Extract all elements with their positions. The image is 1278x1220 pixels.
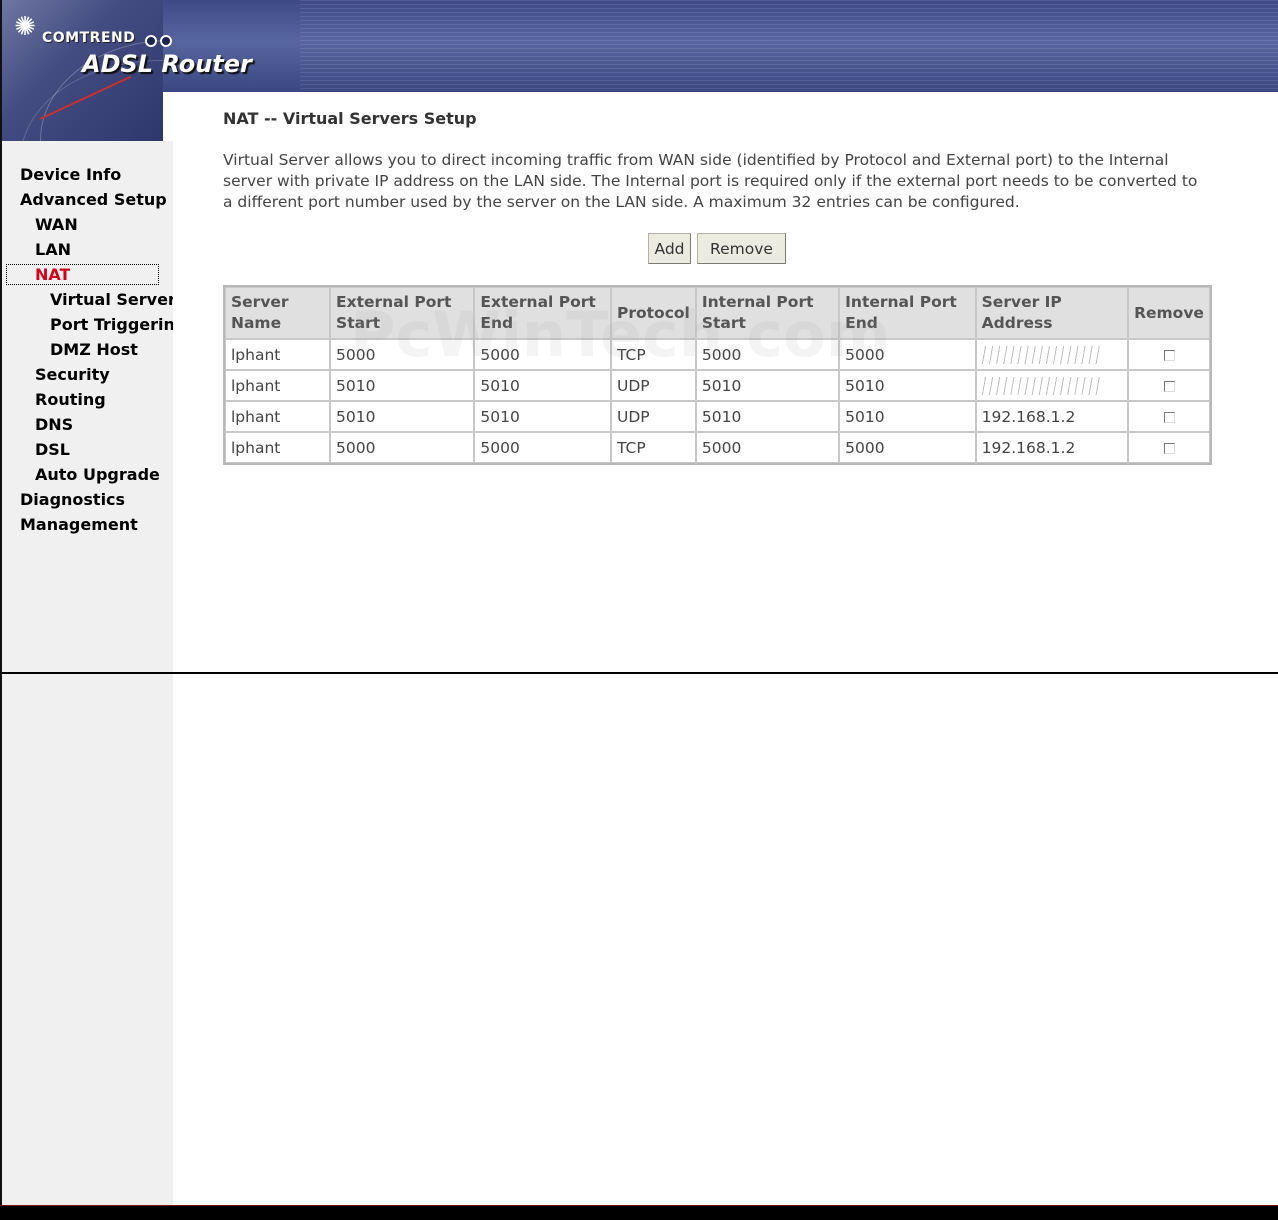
cell-int-start: 5010 [695, 401, 840, 432]
cell-remove [1128, 432, 1210, 463]
frame-divider [0, 672, 1278, 674]
sidebar-item-virtual-servers[interactable]: Virtual Servers [50, 290, 173, 309]
cell-remove [1128, 370, 1210, 401]
remove-checkbox[interactable] [1163, 411, 1175, 423]
cell-protocol: UDP [610, 401, 696, 432]
remove-checkbox[interactable] [1163, 349, 1175, 361]
cell-ip: 192.168.1.2 [975, 432, 1129, 463]
sidebar-item-device-info[interactable]: Device Info [20, 165, 121, 184]
cell-int-end: 5010 [839, 401, 976, 432]
cell-name: lphant [225, 432, 331, 463]
cell-protocol: TCP [610, 432, 696, 463]
sidebar-item-dsl[interactable]: DSL [35, 440, 70, 459]
table-row: lphant 5000 5000 TCP 5000 5000 [225, 339, 1210, 370]
column-header-label: End [845, 314, 878, 332]
cell-ext-end: 5000 [474, 339, 611, 370]
bottom-bar [0, 1205, 1278, 1220]
column-header: Internal Port Start [695, 287, 840, 339]
cell-protocol: UDP [610, 370, 696, 401]
remove-checkbox[interactable] [1163, 380, 1175, 392]
column-header-label: End [480, 314, 514, 332]
column-header-label: Address [981, 314, 1053, 332]
column-header-label: Protocol [616, 303, 690, 322]
column-header: Remove [1128, 287, 1210, 339]
cell-ext-start: 5000 [330, 432, 475, 463]
cell-name: lphant [225, 401, 331, 432]
sidebar-item-port-triggering[interactable]: Port Triggering [50, 315, 173, 334]
cell-ip: 192.168.1.2 [975, 401, 1129, 432]
cell-int-start: 5010 [695, 370, 840, 401]
sidebar-item-auto-upgrade[interactable]: Auto Upgrade [35, 465, 160, 484]
cell-int-start: 5000 [695, 339, 840, 370]
cell-remove [1128, 401, 1210, 432]
sun-logo-icon: ✺ [14, 12, 36, 42]
cell-name: lphant [225, 339, 331, 370]
cell-protocol: TCP [610, 339, 696, 370]
sidebar-item-wan[interactable]: WAN [35, 215, 78, 234]
cell-ext-end: 5010 [474, 370, 611, 401]
cell-ip [975, 339, 1129, 370]
column-header-label: Start [336, 314, 381, 332]
cell-ext-start: 5010 [330, 370, 475, 401]
column-header-label: Internal Port [845, 293, 957, 311]
column-header: External Port End [474, 287, 611, 339]
brand-name: COMTREND [42, 30, 136, 46]
column-header-label: Start [701, 314, 746, 332]
cell-ext-end: 5010 [474, 401, 611, 432]
remove-checkbox[interactable] [1163, 442, 1175, 454]
cell-int-end: 5000 [839, 339, 976, 370]
add-button[interactable]: Add [648, 233, 691, 264]
active-focus-outline [6, 264, 159, 285]
table-row: lphant 5000 5000 TCP 5000 5000 192.168.1.2 [225, 432, 1210, 463]
sidebar-item-dns[interactable]: DNS [35, 415, 73, 434]
column-header: Internal Port End [839, 287, 976, 339]
cell-ip [975, 370, 1129, 401]
cell-name: lphant [225, 370, 331, 401]
column-header-label: External Port [336, 293, 452, 311]
sidebar-item-management[interactable]: Management [20, 515, 138, 534]
column-header-label: Server [231, 293, 289, 311]
table-header-row: Server Name External Port Start External Por… [225, 287, 1210, 339]
table-row: lphant 5010 5010 UDP 5010 5010 [225, 370, 1210, 401]
column-header: Protocol [610, 287, 696, 339]
cell-ext-start: 5000 [330, 339, 475, 370]
sidebar-item-routing[interactable]: Routing [35, 390, 106, 409]
sidebar-item-advanced-setup[interactable]: Advanced Setup [20, 190, 167, 209]
cell-ext-start: 5010 [330, 401, 475, 432]
sidebar-item-diagnostics[interactable]: Diagnostics [20, 490, 125, 509]
banner-stripes [300, 0, 1278, 92]
column-header-label: Internal Port [701, 293, 814, 311]
cell-int-start: 5000 [695, 432, 840, 463]
virtual-servers-table: Server Name External Port Start External Por… [223, 285, 1212, 465]
sidebar-item-dmz-host[interactable]: DMZ Host [50, 340, 173, 359]
cell-remove [1128, 339, 1210, 370]
sidebar-item-nat[interactable]: NAT [35, 265, 70, 284]
cell-int-end: 5010 [839, 370, 976, 401]
table-body: lphant 5000 5000 TCP 5000 5000 lphant 5010 5010 U… [225, 339, 1210, 463]
table-row: lphant 5010 5010 UDP 5010 5010 192.168.1.2 [225, 401, 1210, 432]
header-banner [0, 0, 1278, 92]
column-header: Server IP Address [975, 287, 1129, 339]
page-title: NAT -- Virtual Servers Setup [223, 109, 477, 128]
column-header-label: Remove [1134, 303, 1204, 322]
sidebar-item-lan[interactable]: LAN [35, 240, 71, 259]
column-header-label: Server IP [981, 293, 1062, 311]
column-header: External Port Start [330, 287, 475, 339]
cell-ext-end: 5000 [474, 432, 611, 463]
page-description: Virtual Server allows you to direct inco… [223, 151, 1198, 211]
sidebar-item-security[interactable]: Security [35, 365, 110, 384]
cell-int-end: 5000 [839, 432, 976, 463]
column-header-label: Name [231, 314, 282, 332]
product-title: ADSL Router [82, 50, 252, 78]
redacted-ip [981, 376, 1102, 395]
remove-button[interactable]: Remove [697, 233, 786, 264]
column-header: Server Name [225, 287, 331, 339]
brand-dots-icon [145, 32, 175, 51]
column-header-label: External Port [480, 293, 596, 311]
redacted-ip [981, 345, 1102, 364]
